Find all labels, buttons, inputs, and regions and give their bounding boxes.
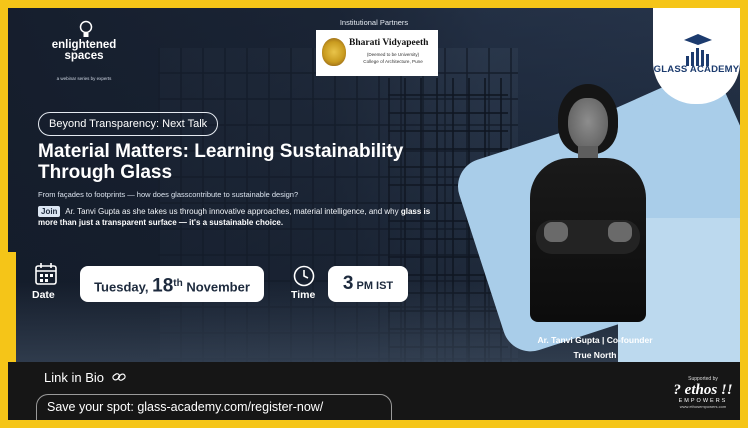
join-chip: Join xyxy=(38,206,61,217)
partners-title: Institutional Partners xyxy=(339,18,409,27)
footer-bar: Link in Bio Save your spot: glass-academ… xyxy=(8,362,740,420)
date-day: Tuesday, xyxy=(94,279,153,295)
sponsor-name: ? ethos !! xyxy=(673,382,733,398)
presenter-name: Ar. Tanvi Gupta | Co-founder xyxy=(537,335,653,345)
date-number: 18 xyxy=(152,275,174,297)
academy-name: GLASS ACADEMY xyxy=(653,64,740,75)
sponsor-logo: Supported by ? ethos !! EMPOWERS www.eth… xyxy=(668,376,738,409)
partner-subtitle: (Deemed to be University) xyxy=(366,52,420,57)
sponsor-url: www.ethosempowers.com xyxy=(679,404,727,409)
brand-name: enlightened spaces xyxy=(51,39,117,62)
date-month: November xyxy=(182,279,250,295)
time-pill: 3 PM IST xyxy=(328,266,408,302)
partner-college: College of Architecture, Pune xyxy=(363,59,423,64)
link-icon xyxy=(111,373,126,381)
date-label: Date xyxy=(32,289,55,301)
webinar-poster: GLASS ACADEMY enlightened spaces a webin… xyxy=(8,8,740,362)
bulb-icon xyxy=(79,20,93,37)
series-logo: enlightened spaces a webinar series by e… xyxy=(34,18,134,88)
partner-logo: Bharati Vidyapeeth (Deemed to be Univers… xyxy=(316,30,438,76)
brand-tagline: a webinar series by experts xyxy=(56,76,112,81)
event-description: Join Ar. Tanvi Gupta as she takes us thr… xyxy=(38,206,433,228)
date-suffix: th xyxy=(173,278,183,289)
university-emblem-icon xyxy=(322,38,346,66)
calendar-icon xyxy=(35,263,57,285)
partner-name: Bharati Vidyapeeth xyxy=(349,38,429,48)
event-subtitle: From façades to footprints — how does gl… xyxy=(38,190,299,199)
event-title: Material Matters: Learning Sustainabilit… xyxy=(38,141,404,183)
date-pill: Tuesday, 18th November xyxy=(80,266,264,302)
presenter-photo xyxy=(528,84,648,322)
yellow-edge xyxy=(8,252,16,362)
link-in-bio[interactable]: Link in Bio xyxy=(44,370,126,385)
series-label-pill: Beyond Transparency: Next Talk xyxy=(38,112,219,136)
link-in-bio-label: Link in Bio xyxy=(44,370,104,385)
time-rest: PM IST xyxy=(353,280,394,292)
clock-icon xyxy=(293,265,315,287)
poster-frame: GLASS ACADEMY enlightened spaces a webin… xyxy=(0,0,748,428)
register-link[interactable]: Save your spot: glass-academy.com/regist… xyxy=(36,394,392,420)
time-number: 3 xyxy=(342,273,354,294)
description-text: Ar. Tanvi Gupta as she takes us through … xyxy=(63,207,401,216)
glass-academy-badge: GLASS ACADEMY xyxy=(653,8,740,104)
presenter-org: True North xyxy=(573,350,617,360)
time-label: Time xyxy=(291,289,316,301)
